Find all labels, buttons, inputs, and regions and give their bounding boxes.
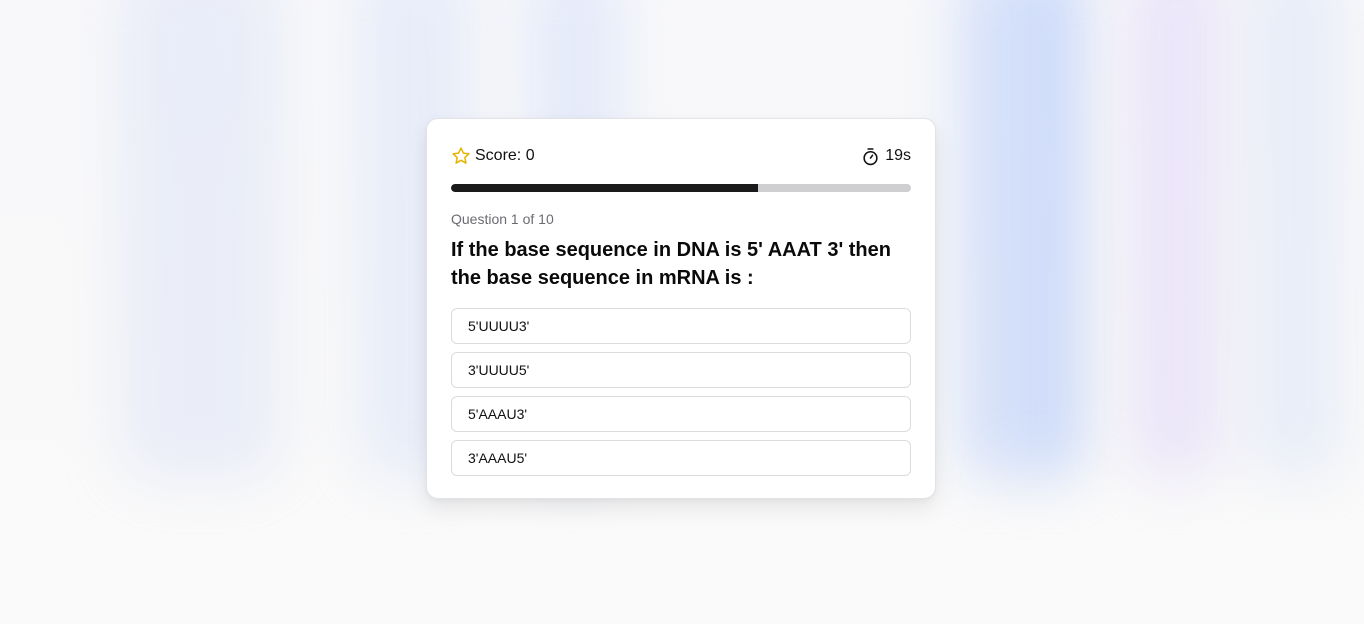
answer-option-label: 3'AAAU5' <box>468 450 528 466</box>
quiz-header: Score: 0 19s <box>451 144 911 168</box>
answer-options: 5'UUUU3' 3'UUUU5' 5'AAAU3' 3'AAAU5' <box>451 308 911 476</box>
background-streak <box>1250 0 1340 480</box>
question-counter: Question 1 of 10 <box>451 211 554 227</box>
timer-label: 19s <box>885 147 911 164</box>
star-icon <box>451 146 471 166</box>
quiz-card: Score: 0 19s Question 1 of 10 If the bas… <box>426 118 936 499</box>
answer-option-label: 5'AAAU3' <box>468 406 528 422</box>
background-streak <box>1020 0 1080 480</box>
background-streak <box>1130 0 1220 480</box>
progress-bar <box>451 184 911 192</box>
stopwatch-icon <box>861 147 880 166</box>
answer-option-1[interactable]: 5'UUUU3' <box>451 308 911 344</box>
timer-display: 19s <box>861 147 911 166</box>
answer-option-3[interactable]: 5'AAAU3' <box>451 396 911 432</box>
answer-option-label: 3'UUUU5' <box>468 362 530 378</box>
score-display: Score: 0 <box>451 146 535 166</box>
score-label: Score: 0 <box>475 147 535 164</box>
answer-option-label: 5'UUUU3' <box>468 318 530 334</box>
progress-fill <box>451 184 758 192</box>
answer-option-4[interactable]: 3'AAAU5' <box>451 440 911 476</box>
question-text: If the base sequence in DNA is 5' AAAT 3… <box>451 239 891 289</box>
answer-option-2[interactable]: 3'UUUU5' <box>451 352 911 388</box>
background-streak <box>120 0 280 480</box>
